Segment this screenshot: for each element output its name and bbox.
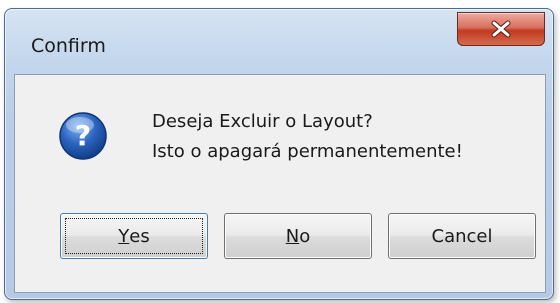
yes-button-mnemonic: Y: [118, 225, 130, 247]
no-button[interactable]: No: [224, 213, 372, 259]
title-bar[interactable]: Confirm: [5, 9, 553, 73]
no-button-label: o: [299, 225, 311, 247]
cancel-button[interactable]: Cancel: [388, 213, 536, 259]
dialog-content: ? Deseja Excluir o Layout? Isto o apagar…: [14, 74, 546, 293]
dialog-title: Confirm: [31, 35, 106, 57]
question-icon: ?: [59, 112, 107, 160]
svg-text:?: ?: [75, 119, 91, 152]
message-line-1: Deseja Excluir o Layout?: [152, 111, 373, 132]
yes-button[interactable]: Yes: [60, 213, 208, 259]
message-line-2: Isto o apagará permanentemente!: [152, 141, 463, 162]
cancel-button-label: Cancel: [431, 225, 493, 247]
yes-button-label: es: [129, 225, 150, 247]
close-icon: [491, 20, 511, 38]
confirm-dialog: Confirm ? Deseja Excluir o Layout? Isto …: [4, 8, 554, 300]
no-button-mnemonic: N: [285, 225, 300, 247]
close-button[interactable]: [457, 12, 545, 46]
